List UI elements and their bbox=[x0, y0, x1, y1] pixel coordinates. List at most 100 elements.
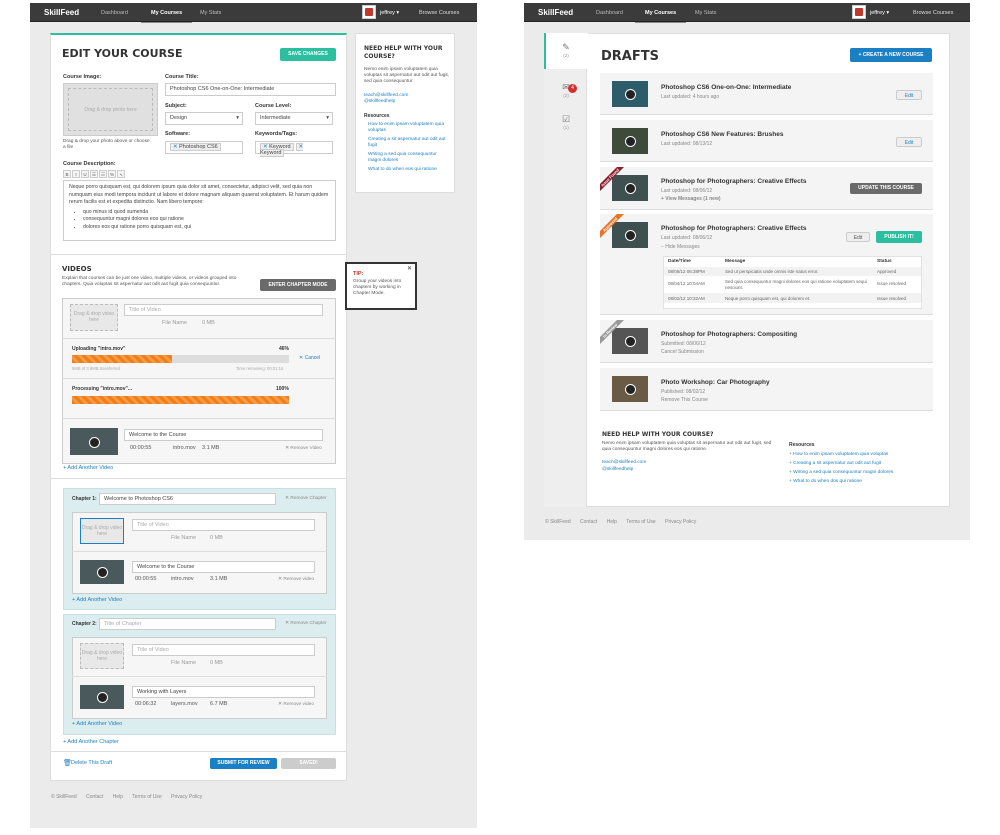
sidebar-tab-drafts[interactable]: ✎ (2) bbox=[544, 42, 588, 74]
footer-contact-link[interactable]: Contact bbox=[86, 794, 103, 800]
course-title[interactable]: Photoshop CS6 New Features: Brushes bbox=[661, 131, 783, 138]
enter-chapter-mode-button[interactable]: ENTER CHAPTER MODE bbox=[260, 279, 336, 291]
toolbar-button[interactable]: ⤷ bbox=[117, 170, 125, 178]
resource-link[interactable]: Creating a sit aspernatur aut odit aut f… bbox=[368, 137, 448, 149]
video-title-input[interactable]: Welcome to the Course bbox=[132, 561, 315, 573]
video-title-input[interactable]: Title of Video bbox=[124, 304, 323, 316]
resource-link[interactable]: + Creating a sit aspernatur aut odit aut… bbox=[789, 460, 881, 468]
video-thumbnail[interactable] bbox=[80, 560, 124, 584]
nav-browse-courses[interactable]: Browse Courses bbox=[913, 10, 953, 16]
course-thumbnail[interactable] bbox=[612, 81, 648, 107]
update-course-button[interactable]: UPDATE THIS COURSE bbox=[850, 183, 922, 194]
sidebar-tab-messages[interactable]: ✉ (2) bbox=[544, 82, 588, 114]
add-video-link[interactable]: + Add Another Video bbox=[72, 597, 122, 605]
save-changes-button[interactable]: SAVE CHANGES bbox=[280, 48, 336, 61]
nav-dashboard[interactable]: Dashboard bbox=[596, 10, 623, 16]
resource-link[interactable]: How to enim ipsam voluptatem quia volupt… bbox=[368, 122, 448, 134]
nav-my-courses[interactable]: My Courses bbox=[140, 10, 193, 23]
nav-browse-courses[interactable]: Browse Courses bbox=[419, 10, 459, 16]
logo[interactable]: SkillFeed bbox=[44, 8, 79, 17]
video-dropzone[interactable]: Drag & drop video here bbox=[70, 304, 118, 331]
toolbar-button[interactable]: U bbox=[81, 170, 89, 178]
edit-button[interactable]: Edit bbox=[846, 232, 870, 242]
keywords-input[interactable]: ✕ Keyword ✕ Keyword bbox=[255, 141, 333, 157]
avatar[interactable] bbox=[362, 5, 376, 19]
logo[interactable]: SkillFeed bbox=[538, 8, 573, 17]
course-title[interactable]: Photoshop CS6 One-on-One: Intermediate bbox=[661, 84, 791, 91]
video-dropzone[interactable]: Drag & drop video here bbox=[80, 643, 124, 669]
edit-button[interactable]: Edit bbox=[896, 137, 922, 147]
video-title-input[interactable]: Working with Layers bbox=[132, 686, 315, 698]
subject-select[interactable]: Design ▾ bbox=[165, 112, 243, 125]
video-thumbnail[interactable] bbox=[70, 428, 118, 455]
remove-video-link[interactable]: ✕ Remove video bbox=[278, 701, 314, 709]
course-thumbnail[interactable] bbox=[612, 128, 648, 154]
user-menu[interactable]: jeffrey ▾ bbox=[380, 10, 399, 16]
course-thumbnail[interactable] bbox=[612, 376, 648, 402]
help-twitter-link[interactable]: @skillfeedhelp bbox=[364, 98, 395, 106]
video-thumbnail[interactable] bbox=[80, 685, 124, 709]
software-tags-input[interactable]: ✕ Photoshop CS6 bbox=[165, 141, 243, 154]
nav-my-stats[interactable]: My Stats bbox=[200, 10, 221, 16]
edit-button[interactable]: Edit bbox=[896, 90, 922, 100]
chapter-2-title-input[interactable]: Title of Chapter bbox=[99, 618, 276, 630]
close-icon[interactable]: ✕ bbox=[299, 144, 304, 150]
toolbar-button[interactable]: % bbox=[108, 170, 116, 178]
resource-link[interactable]: + What to do when dos qui ratione bbox=[789, 478, 862, 486]
software-tag[interactable]: ✕ Photoshop CS6 bbox=[170, 143, 221, 151]
footer-privacy-link[interactable]: Privacy Policy bbox=[665, 519, 696, 525]
close-icon[interactable]: ✕ bbox=[407, 265, 412, 272]
description-editor[interactable]: Neque porro quisquam est, qui dolorem ip… bbox=[63, 180, 336, 241]
footer-contact-link[interactable]: Contact bbox=[580, 519, 597, 525]
delete-draft-link[interactable]: Delete This Draft bbox=[71, 760, 112, 768]
cancel-submission-link[interactable]: Cancel Submission bbox=[661, 349, 704, 355]
hide-messages-link[interactable]: − Hide Messages bbox=[661, 244, 700, 250]
add-video-link[interactable]: + Add Another Video bbox=[72, 721, 122, 729]
cancel-upload-link[interactable]: ✕ Cancel bbox=[299, 355, 320, 363]
submit-for-review-button[interactable]: SUBMIT FOR REVIEW bbox=[210, 758, 277, 769]
level-select[interactable]: Intermediate ▾ bbox=[255, 112, 333, 125]
footer-privacy-link[interactable]: Privacy Policy bbox=[171, 794, 202, 800]
remove-course-link[interactable]: Remove This Course bbox=[661, 397, 708, 403]
video-title-input[interactable]: Welcome to the Course bbox=[124, 429, 323, 441]
chapter-1-title-input[interactable]: Welcome to Photoshop CS6 bbox=[99, 493, 276, 505]
help-twitter-link[interactable]: @skillfeedhelp bbox=[602, 466, 633, 474]
resource-link[interactable]: + How to enim ipsam voluptatem quia volu… bbox=[789, 451, 888, 459]
saved-button[interactable]: SAVED! bbox=[281, 758, 336, 769]
toolbar-button[interactable]: ☷ bbox=[99, 170, 107, 178]
video-title-input[interactable]: Title of Video bbox=[132, 644, 315, 656]
view-messages-link[interactable]: + View Messages (1 new) bbox=[661, 196, 721, 202]
video-title-input[interactable]: Title of Video bbox=[132, 519, 315, 531]
resource-link[interactable]: Writing a sed quia consequuntur magni do… bbox=[368, 152, 448, 164]
user-menu[interactable]: jeffrey ▾ bbox=[870, 10, 889, 16]
avatar[interactable] bbox=[852, 5, 866, 19]
remove-chapter-link[interactable]: ✕ Remove Chapter bbox=[285, 495, 327, 503]
footer-help-link[interactable]: Help bbox=[113, 794, 123, 800]
footer-terms-link[interactable]: Terms of Use bbox=[626, 519, 655, 525]
nav-my-courses[interactable]: My Courses bbox=[634, 10, 687, 23]
create-course-button[interactable]: + CREATE A NEW COURSE bbox=[850, 48, 932, 62]
course-title[interactable]: Photoshop for Photographers: Creative Ef… bbox=[661, 225, 807, 232]
toolbar-button[interactable]: ☰ bbox=[90, 170, 98, 178]
sidebar-tab-approved[interactable]: ☑ (1) bbox=[544, 114, 588, 146]
photo-dropzone[interactable]: Drag & drop photo here bbox=[63, 83, 158, 136]
publish-button[interactable]: PUBLISH IT! bbox=[876, 231, 922, 243]
remove-chapter-link[interactable]: ✕ Remove Chapter bbox=[285, 620, 327, 628]
remove-video-link[interactable]: ✕ Remove video bbox=[278, 576, 314, 584]
resource-link[interactable]: + Writing a sed quia consequuntur magni … bbox=[789, 469, 893, 477]
nav-my-stats[interactable]: My Stats bbox=[695, 10, 716, 16]
toolbar-button[interactable]: I bbox=[72, 170, 80, 178]
add-chapter-link[interactable]: + Add Another Chapter bbox=[63, 739, 119, 747]
course-title[interactable]: Photoshop for Photographers: Compositing bbox=[661, 331, 797, 338]
nav-dashboard[interactable]: Dashboard bbox=[101, 10, 128, 16]
remove-video-link[interactable]: ✕ Remove Video bbox=[285, 445, 322, 453]
course-title[interactable]: Photoshop for Photographers: Creative Ef… bbox=[661, 178, 807, 185]
course-title-input[interactable]: Photoshop CS6 One-on-One: Intermediate bbox=[165, 83, 336, 96]
footer-terms-link[interactable]: Terms of Use bbox=[132, 794, 161, 800]
resource-link[interactable]: What to do when eos qui ratione bbox=[368, 167, 448, 173]
toolbar-button[interactable]: B bbox=[63, 170, 71, 178]
video-dropzone[interactable]: Drag & drop video here bbox=[80, 518, 124, 544]
course-title[interactable]: Photo Workshop: Car Photography bbox=[661, 379, 770, 386]
footer-help-link[interactable]: Help bbox=[607, 519, 617, 525]
add-video-link[interactable]: + Add Another Video bbox=[63, 465, 113, 473]
